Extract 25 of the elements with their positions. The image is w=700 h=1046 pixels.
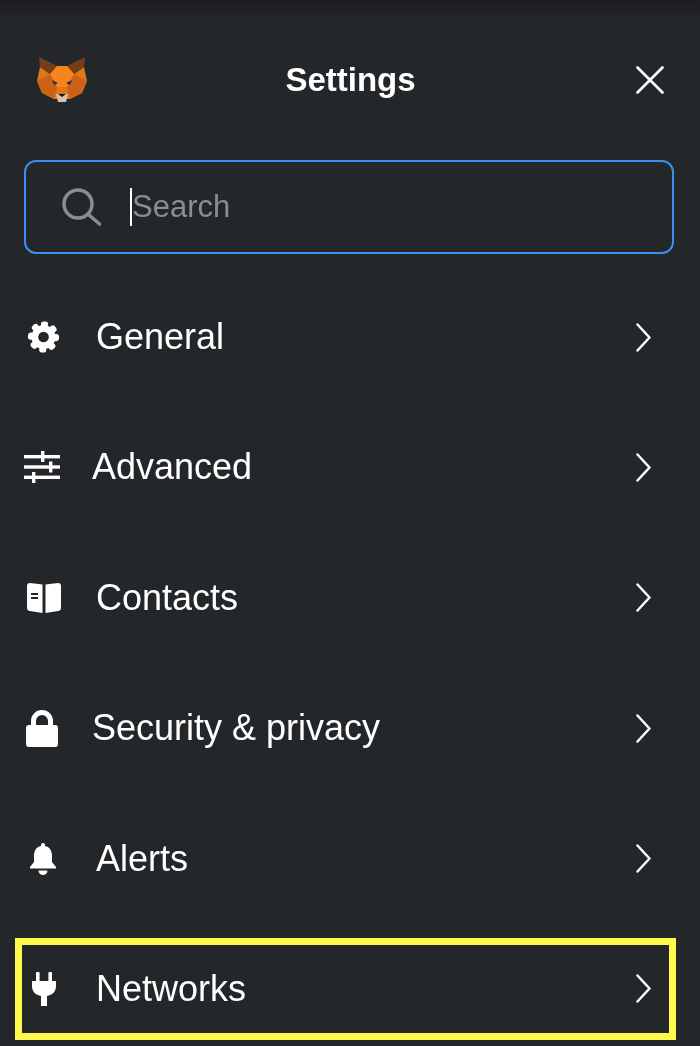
- settings-menu-item[interactable]: Networks: [15, 937, 676, 1040]
- search-field[interactable]: Search: [24, 160, 674, 254]
- sliders-icon: [24, 451, 60, 484]
- chevron-right-icon: [636, 322, 651, 352]
- page-title: Settings: [285, 60, 416, 100]
- gear-icon: [27, 321, 60, 353]
- settings-menu-item[interactable]: Contacts: [15, 546, 676, 649]
- text-cursor-icon: [130, 188, 132, 226]
- close-button[interactable]: [636, 66, 664, 94]
- fox-head-icon: [37, 57, 87, 103]
- open-book-icon: [27, 582, 61, 613]
- chevron-right-icon: [636, 713, 651, 743]
- settings-menu-item[interactable]: Security & privacy: [15, 677, 676, 780]
- bell-icon: [30, 842, 56, 875]
- plug-icon: [32, 971, 56, 1006]
- settings-menu-item[interactable]: Advanced: [15, 416, 676, 519]
- settings-menu-item[interactable]: Alerts: [15, 807, 676, 910]
- close-icon: [636, 66, 664, 94]
- chevron-right-icon: [636, 974, 651, 1004]
- lock-icon: [26, 709, 58, 747]
- search-icon: [62, 188, 102, 226]
- chevron-right-icon: [636, 583, 651, 613]
- settings-menu-item[interactable]: General: [15, 286, 676, 388]
- chevron-right-icon: [636, 452, 651, 482]
- chevron-right-icon: [636, 844, 651, 874]
